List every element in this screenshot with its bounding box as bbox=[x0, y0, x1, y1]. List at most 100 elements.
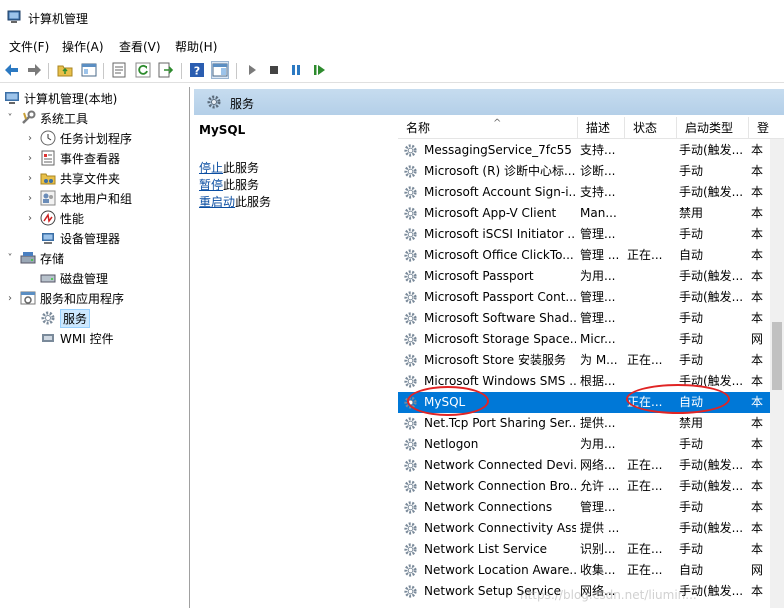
table-row[interactable]: Microsoft iSCSI Initiator ... 管理... 手动 本 bbox=[398, 224, 770, 245]
service-description-cell: 收集... bbox=[580, 563, 616, 577]
export-icon[interactable] bbox=[157, 61, 175, 79]
tree-item-system-tools[interactable]: ˅ 系统工具 bbox=[4, 108, 88, 128]
service-name-cell: Microsoft Account Sign-i... bbox=[424, 185, 576, 199]
services-apps-icon bbox=[20, 291, 36, 305]
table-row[interactable]: Microsoft Account Sign-i... 支持... 手动(触发...… bbox=[398, 182, 770, 203]
service-startup-cell: 手动 bbox=[679, 353, 704, 367]
chevron-right-icon[interactable]: › bbox=[24, 133, 36, 144]
gear-icon bbox=[403, 395, 418, 410]
column-header-description[interactable]: 描述 bbox=[578, 117, 625, 139]
properties-icon[interactable] bbox=[110, 61, 128, 79]
stop-service-icon[interactable] bbox=[265, 61, 283, 79]
tree-item-services-apps[interactable]: › 服务和应用程序 bbox=[4, 288, 124, 308]
tree-item-local-users[interactable]: › 本地用户和组 bbox=[24, 188, 132, 208]
table-row[interactable]: Microsoft (R) 诊断中心标... 诊断... 手动 本 bbox=[398, 161, 770, 182]
chevron-right-icon[interactable]: › bbox=[24, 213, 36, 224]
service-startup-cell: 手动 bbox=[679, 311, 704, 325]
chevron-right-icon[interactable]: › bbox=[24, 193, 36, 204]
pause-action: 暂停此服务 bbox=[199, 176, 259, 193]
column-header-name[interactable]: 名称 ^ bbox=[398, 117, 578, 139]
show-action-pane-icon[interactable] bbox=[211, 61, 229, 79]
service-logon-cell: 本 bbox=[751, 143, 764, 157]
service-status-cell bbox=[627, 581, 675, 602]
service-name-cell: Microsoft Passport bbox=[424, 269, 534, 283]
service-name-cell: Microsoft Office ClickTo... bbox=[424, 248, 574, 262]
table-row[interactable]: Net.Tcp Port Sharing Ser... 提供... 禁用 本 bbox=[398, 413, 770, 434]
tree-item-task-scheduler[interactable]: › 任务计划程序 bbox=[24, 128, 132, 148]
tree-item-device-manager[interactable]: 设备管理器 bbox=[40, 228, 120, 248]
up-folder-icon[interactable] bbox=[56, 61, 74, 79]
table-row[interactable]: Microsoft Storage Space... Micr... 手动 网 bbox=[398, 329, 770, 350]
table-row[interactable]: Network Connection Bro... 允许 ... 正在... 手动(触… bbox=[398, 476, 770, 497]
title-bar: 计算机管理 bbox=[0, 0, 784, 34]
table-row[interactable]: Netlogon 为用... 手动 本 bbox=[398, 434, 770, 455]
refresh-icon[interactable] bbox=[134, 61, 152, 79]
restart-service-link[interactable]: 重启动 bbox=[199, 195, 235, 209]
service-status-cell bbox=[627, 203, 675, 224]
service-description-cell: 为用... bbox=[580, 437, 616, 451]
column-header-logon[interactable]: 登 bbox=[749, 117, 784, 139]
menu-file[interactable]: 文件(F) bbox=[9, 38, 49, 55]
menu-view[interactable]: 查看(V) bbox=[119, 38, 161, 55]
table-row[interactable]: Network List Service 识别... 正在... 手动 本 bbox=[398, 539, 770, 560]
table-row[interactable]: Network Connections 管理... 手动 本 bbox=[398, 497, 770, 518]
tree-item-storage[interactable]: ˅ 存储 bbox=[4, 248, 65, 268]
table-row[interactable]: Microsoft App-V Client Man... 禁用 本 bbox=[398, 203, 770, 224]
table-row[interactable]: Microsoft Passport 为用... 手动(触发... 本 bbox=[398, 266, 770, 287]
scrollbar-thumb[interactable] bbox=[772, 322, 782, 390]
service-logon-cell: 本 bbox=[751, 206, 764, 220]
table-row[interactable]: MySQL 正在... 自动 本 bbox=[398, 392, 770, 413]
table-row[interactable]: Microsoft Windows SMS ... 根据... 手动(触发... 本 bbox=[398, 371, 770, 392]
table-row[interactable]: Microsoft Passport Cont... 管理... 手动(触发... 本 bbox=[398, 287, 770, 308]
tree-label: 服务 bbox=[60, 308, 91, 328]
table-row[interactable]: MessagingService_7fc55 支持... 手动(触发... 本 bbox=[398, 140, 770, 161]
service-logon-cell: 本 bbox=[751, 269, 764, 283]
pause-service-link[interactable]: 暂停 bbox=[199, 178, 223, 192]
column-header-startup-type[interactable]: 启动类型 bbox=[677, 117, 749, 139]
resume-service-icon[interactable] bbox=[310, 61, 328, 79]
help-icon[interactable]: ? bbox=[188, 61, 206, 79]
show-hide-tree-icon[interactable] bbox=[80, 61, 98, 79]
vertical-scrollbar[interactable] bbox=[770, 139, 784, 608]
service-startup-cell: 禁用 bbox=[679, 206, 704, 220]
service-status-cell: 正在... bbox=[627, 563, 663, 577]
menu-help[interactable]: 帮助(H) bbox=[175, 38, 217, 55]
table-row[interactable]: Network Location Aware... 收集... 正在... 自动 网 bbox=[398, 560, 770, 581]
tree-item-shared-folders[interactable]: › 共享文件夹 bbox=[24, 168, 120, 188]
service-description-cell: Man... bbox=[580, 206, 617, 220]
service-status-cell: 正在... bbox=[627, 395, 663, 409]
table-row[interactable]: Network Connected Devi... 网络... 正在... 手动(触发… bbox=[398, 455, 770, 476]
column-header-status[interactable]: 状态 bbox=[625, 117, 677, 139]
table-row[interactable]: Microsoft Store 安装服务为 M... 正在... 手动 本 bbox=[398, 350, 770, 371]
chevron-right-icon[interactable]: › bbox=[24, 173, 36, 184]
extended-info-panel: MySQL 停止此服务 暂停此服务 重启动此服务 bbox=[194, 117, 394, 608]
table-row[interactable]: Microsoft Software Shad... 管理... 手动 本 bbox=[398, 308, 770, 329]
service-status-cell bbox=[627, 182, 675, 203]
chevron-down-icon[interactable]: ˅ bbox=[4, 253, 16, 264]
service-name-cell: Net.Tcp Port Sharing Ser... bbox=[424, 416, 576, 430]
service-status-cell bbox=[627, 371, 675, 392]
tree-item-wmi[interactable]: WMI 控件 bbox=[40, 328, 114, 348]
chevron-right-icon[interactable]: › bbox=[24, 153, 36, 164]
forward-icon[interactable] bbox=[25, 61, 43, 79]
tree-item-root[interactable]: 计算机管理(本地) bbox=[4, 88, 117, 108]
tree-item-services[interactable]: 服务 bbox=[40, 308, 91, 328]
start-service-icon[interactable] bbox=[243, 61, 261, 79]
gear-icon bbox=[403, 290, 418, 305]
menu-action[interactable]: 操作(A) bbox=[62, 38, 104, 55]
table-row[interactable]: Microsoft Office ClickTo... 管理 ... 正在... 自动… bbox=[398, 245, 770, 266]
service-logon-cell: 本 bbox=[751, 437, 764, 451]
chevron-right-icon[interactable]: › bbox=[4, 293, 16, 304]
computer-management-icon bbox=[5, 92, 19, 104]
table-row[interactable]: Network Setup Service 网络... 手动(触发... 本 bbox=[398, 581, 770, 602]
service-logon-cell: 本 bbox=[751, 416, 764, 430]
gear-icon bbox=[403, 479, 418, 494]
chevron-down-icon[interactable]: ˅ bbox=[4, 113, 16, 124]
tree-item-disk-management[interactable]: 磁盘管理 bbox=[40, 268, 108, 288]
table-row[interactable]: Network Connectivity Ass... 提供 ... 手动(触发..… bbox=[398, 518, 770, 539]
tree-item-event-viewer[interactable]: › 事件查看器 bbox=[24, 148, 120, 168]
pause-service-icon[interactable] bbox=[287, 61, 305, 79]
tree-item-performance[interactable]: › 性能 bbox=[24, 208, 84, 228]
stop-service-link[interactable]: 停止 bbox=[199, 161, 223, 175]
back-icon[interactable] bbox=[3, 61, 21, 79]
